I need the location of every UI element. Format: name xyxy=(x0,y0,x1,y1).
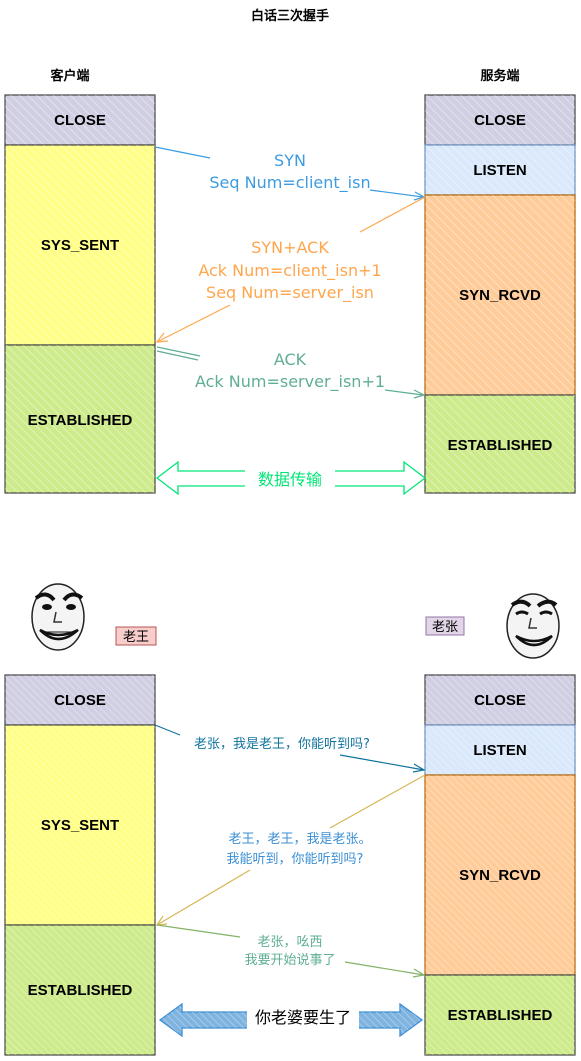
server-header: 服务端 xyxy=(480,68,519,84)
laozhang-name-tag: 老张 xyxy=(425,616,465,636)
state-label-listen: LISTEN xyxy=(473,162,526,179)
top-client-close-box: CLOSE xyxy=(4,94,156,146)
bottom-transfer-arrow: 你老婆要生了 xyxy=(158,1002,424,1038)
syn-label: SYN Seq Num=client_isn xyxy=(209,151,370,193)
state-label-established: ESTABLISHED xyxy=(448,1007,553,1024)
laowang-name-tag: 老王 xyxy=(115,626,157,646)
msg2-label: 老王，老王，我是老张。 我能听到，你能听到吗? xyxy=(227,832,372,867)
laozhang-name: 老张 xyxy=(432,620,458,635)
top-server-close-box: CLOSE xyxy=(424,94,576,146)
msg3-label: 老张，吆西 我要开始说事了 xyxy=(244,934,335,968)
laowang-name: 老王 xyxy=(123,630,149,645)
bottom-server-listen-box: LISTEN xyxy=(424,724,576,776)
synack-label: SYN+ACK Ack Num=client_isn+1 Seq Num=ser… xyxy=(198,238,381,303)
data-transfer-arrow: 数据传输 xyxy=(155,460,427,496)
top-client-synsent-box: SYS_SENT xyxy=(4,144,156,346)
msg2-arrow xyxy=(155,774,426,926)
bottom-server-synrcvd-box: SYN_RCVD xyxy=(424,774,576,976)
diagram-title: 白话三次握手 xyxy=(251,8,329,24)
msg3-arrow xyxy=(156,924,426,978)
bottom-server-established-box: ESTABLISHED xyxy=(424,974,576,1056)
state-label-syn-sent: SYS_SENT xyxy=(41,817,119,834)
state-label-syn-rcvd: SYN_RCVD xyxy=(459,287,541,304)
ack-label: ACK Ack Num=server_isn+1 xyxy=(195,350,385,392)
bottom-client-close-box: CLOSE xyxy=(4,674,156,726)
msg3-label-line: 我要开始说事了 xyxy=(244,953,335,968)
top-server-synrcvd-box: SYN_RCVD xyxy=(424,194,576,396)
syn-label-line: SYN xyxy=(274,151,306,170)
laozhang-face-icon xyxy=(506,593,560,659)
state-label-listen: LISTEN xyxy=(473,742,526,759)
msg2-label-line: 我能听到，你能听到吗? xyxy=(227,852,364,867)
syn-label-line: Seq Num=client_isn xyxy=(209,173,370,193)
bottom-server-close-box: CLOSE xyxy=(424,674,576,726)
top-server-established-box: ESTABLISHED xyxy=(424,394,576,494)
data-transfer-label: 数据传输 xyxy=(258,470,322,489)
state-label-syn-rcvd: SYN_RCVD xyxy=(459,867,541,884)
synack-label-line: Ack Num=client_isn+1 xyxy=(198,261,381,281)
state-label-established: ESTABLISHED xyxy=(28,412,133,429)
synack-label-line: SYN+ACK xyxy=(251,238,329,257)
bottom-client-established-box: ESTABLISHED xyxy=(4,924,156,1056)
state-label-syn-sent: SYS_SENT xyxy=(41,237,119,254)
state-label-established: ESTABLISHED xyxy=(28,982,133,999)
state-label-close: CLOSE xyxy=(54,112,106,129)
msg3-label-line: 老张，吆西 xyxy=(257,934,322,950)
client-header: 客户端 xyxy=(50,68,89,84)
ack-label-line: Ack Num=server_isn+1 xyxy=(195,372,385,392)
ack-label-line: ACK xyxy=(274,350,307,369)
synack-label-line: Seq Num=server_isn xyxy=(206,283,374,303)
msg1-label: 老张，我是老王，你能听到吗? xyxy=(194,737,370,752)
top-server-listen-box: LISTEN xyxy=(424,144,576,196)
state-label-close: CLOSE xyxy=(474,112,526,129)
state-label-close: CLOSE xyxy=(54,692,106,709)
state-label-close: CLOSE xyxy=(474,692,526,709)
msg2-label-line: 老王，老王，我是老张。 xyxy=(228,832,371,847)
laowang-face-icon xyxy=(31,583,85,651)
bottom-client-synsent-box: SYS_SENT xyxy=(4,724,156,926)
state-label-established: ESTABLISHED xyxy=(448,437,553,454)
bottom-transfer-label: 你老婆要生了 xyxy=(255,1008,351,1027)
top-client-established-box: ESTABLISHED xyxy=(4,344,156,494)
